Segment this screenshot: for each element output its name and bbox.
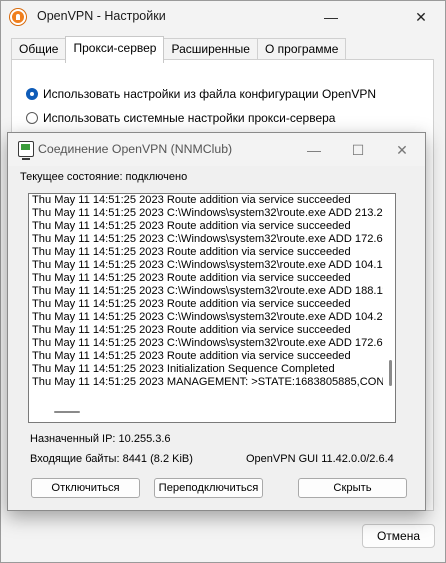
radio-use-system-proxy[interactable]: Использовать системные настройки прокси-… xyxy=(26,111,335,125)
log-line: Thu May 11 14:51:25 2023 Route addition … xyxy=(32,194,351,206)
bytes-in: Входящие байты: 8441 (8.2 KiB) xyxy=(30,453,193,465)
connection-window: Соединение OpenVPN (NNMClub) — ☐ ✕ Текущ… xyxy=(7,132,426,511)
minimize-button[interactable]: — xyxy=(291,133,337,167)
close-button[interactable]: ✕ xyxy=(379,133,425,167)
log-line: Thu May 11 14:51:25 2023 Route addition … xyxy=(32,246,351,258)
vertical-scrollbar[interactable] xyxy=(383,194,395,422)
reconnect-button[interactable]: Переподключиться xyxy=(154,478,263,498)
settings-tabs: Общие Прокси-сервер Расширенные О програ… xyxy=(11,36,347,63)
log-line: Thu May 11 14:51:25 2023 Route addition … xyxy=(32,324,351,336)
log-line: Thu May 11 14:51:25 2023 MANAGEMENT: >ST… xyxy=(32,376,396,388)
log-line: Thu May 11 14:51:25 2023 Route addition … xyxy=(32,272,351,284)
log-line: Thu May 11 14:51:25 2023 C:\Windows\syst… xyxy=(32,207,396,219)
tab-proxy[interactable]: Прокси-сервер xyxy=(65,36,165,63)
log-lines: Thu May 11 14:51:25 2023 Route addition … xyxy=(32,194,396,389)
assigned-ip: Назначенный IP: 10.255.3.6 xyxy=(30,433,171,445)
log-line: Thu May 11 14:51:25 2023 Route addition … xyxy=(32,220,351,232)
vertical-scrollbar-thumb[interactable] xyxy=(389,360,392,386)
radio-checked-icon[interactable] xyxy=(26,88,38,100)
log-line: Thu May 11 14:51:25 2023 C:\Windows\syst… xyxy=(32,259,396,271)
radio-use-config-proxy[interactable]: Использовать настройки из файла конфигур… xyxy=(26,87,376,101)
cancel-button[interactable]: Отмена xyxy=(362,524,435,548)
settings-titlebar: OpenVPN - Настройки — ✕ xyxy=(0,0,446,34)
tab-general[interactable]: Общие xyxy=(11,38,67,61)
disconnect-button[interactable]: Отключиться xyxy=(31,478,140,498)
settings-window-title: OpenVPN - Настройки xyxy=(37,9,166,23)
log-line: Thu May 11 14:51:25 2023 Route addition … xyxy=(32,298,351,310)
log-line: Thu May 11 14:51:25 2023 C:\Windows\syst… xyxy=(32,311,396,323)
connection-titlebar: Соединение OpenVPN (NNMClub) — ☐ ✕ xyxy=(8,133,425,166)
tab-advanced[interactable]: Расширенные xyxy=(163,38,258,61)
radio-use-system-proxy-label: Использовать системные настройки прокси-… xyxy=(43,111,336,125)
hide-button[interactable]: Скрыть xyxy=(298,478,407,498)
log-line: Thu May 11 14:51:25 2023 Route addition … xyxy=(32,350,351,362)
radio-use-config-proxy-label: Использовать настройки из файла конфигур… xyxy=(43,87,376,101)
openvpn-logo-icon xyxy=(10,9,26,25)
connection-monitor-icon xyxy=(18,141,34,160)
log-textbox[interactable]: Thu May 11 14:51:25 2023 Route addition … xyxy=(28,193,396,423)
gui-version: OpenVPN GUI 11.42.0.0/2.6.4 xyxy=(246,453,394,465)
log-line: Thu May 11 14:51:25 2023 C:\Windows\syst… xyxy=(32,233,396,245)
close-button[interactable]: ✕ xyxy=(398,0,444,34)
maximize-button[interactable]: ☐ xyxy=(335,133,381,167)
connection-window-title: Соединение OpenVPN (NNMClub) xyxy=(38,142,233,156)
log-line: Thu May 11 14:51:25 2023 C:\Windows\syst… xyxy=(32,337,392,349)
radio-unchecked-icon[interactable] xyxy=(26,112,38,124)
tab-about[interactable]: О программе xyxy=(256,38,347,61)
log-line: Thu May 11 14:51:25 2023 C:\Windows\syst… xyxy=(32,285,395,297)
horizontal-scrollbar-thumb[interactable] xyxy=(54,411,80,413)
log-line: Thu May 11 14:51:25 2023 Initialization … xyxy=(32,363,335,375)
connection-status: Текущее состояние: подключено xyxy=(20,171,188,183)
minimize-button[interactable]: — xyxy=(308,0,354,34)
